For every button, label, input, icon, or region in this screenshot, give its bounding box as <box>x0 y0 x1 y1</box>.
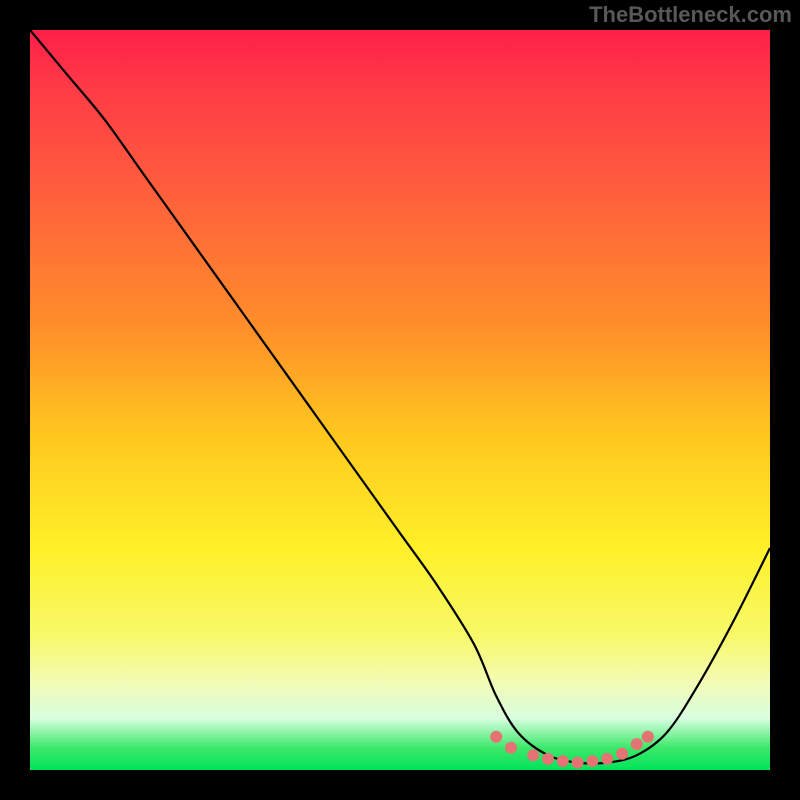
highlight-dot <box>527 749 539 761</box>
highlight-dot <box>616 748 628 760</box>
bottleneck-curve-path <box>30 30 770 764</box>
curve-svg <box>30 30 770 770</box>
highlight-dot <box>542 753 554 765</box>
highlight-dot <box>601 753 613 765</box>
highlight-dot <box>572 757 584 769</box>
watermark-text: TheBottleneck.com <box>589 2 792 28</box>
highlight-dot <box>557 755 569 767</box>
highlight-markers <box>490 731 654 769</box>
chart-container: TheBottleneck.com <box>0 0 800 800</box>
highlight-dot <box>490 731 502 743</box>
highlight-dot <box>631 738 643 750</box>
highlight-dot <box>586 755 598 767</box>
highlight-dot <box>505 742 517 754</box>
plot-area <box>30 30 770 770</box>
highlight-dot <box>642 731 654 743</box>
